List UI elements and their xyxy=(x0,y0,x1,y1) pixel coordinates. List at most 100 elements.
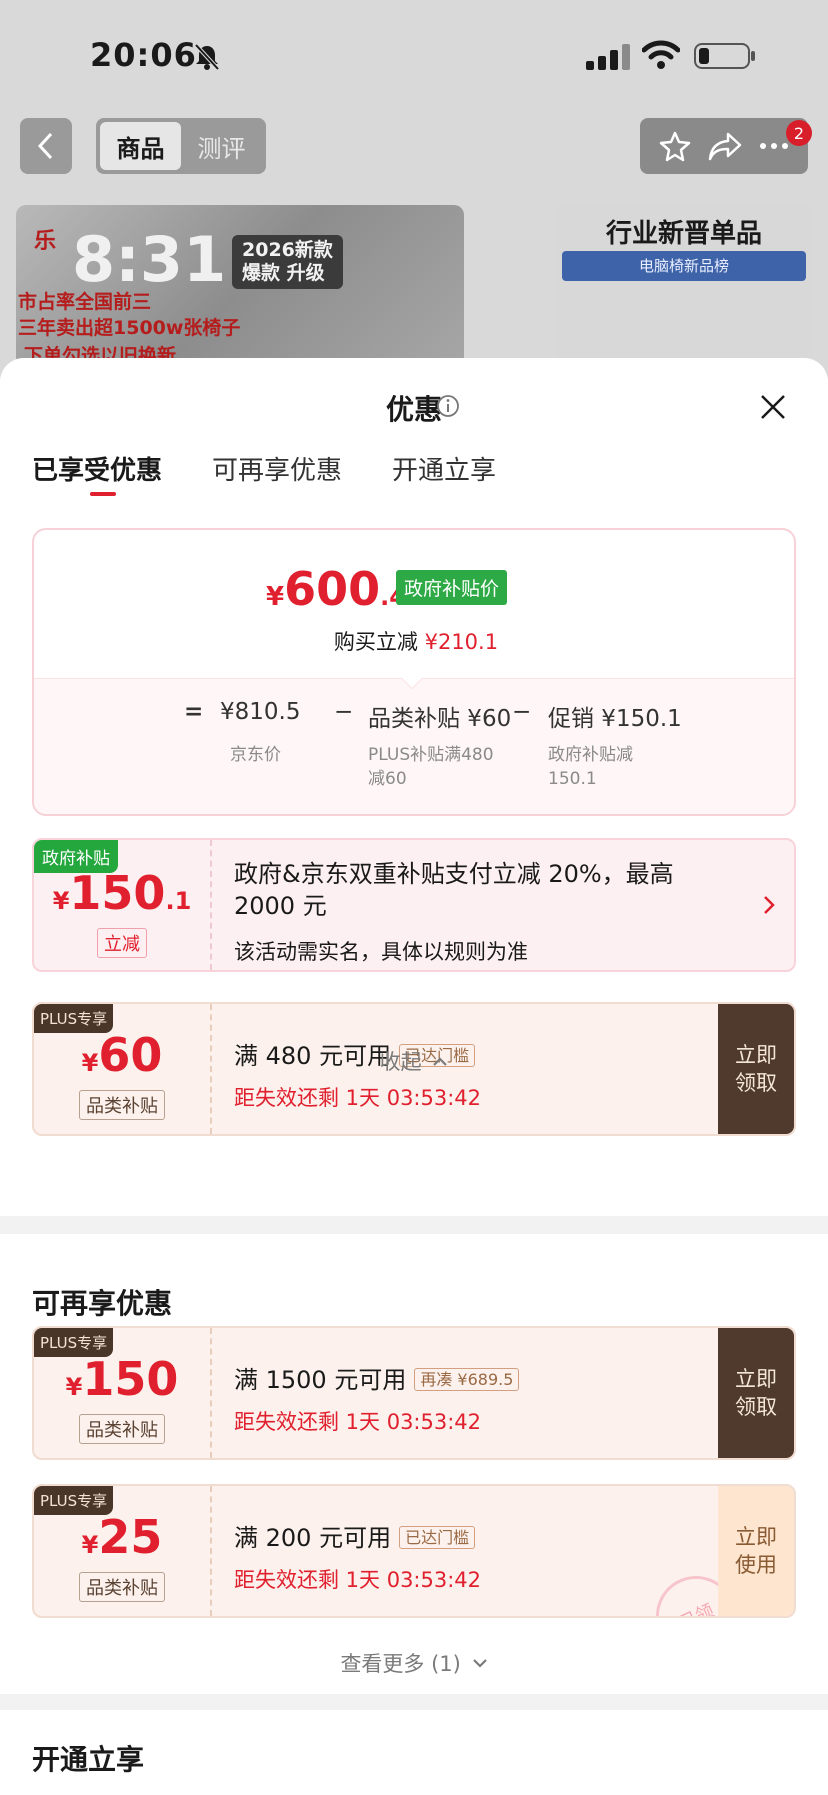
price-integer: 600 xyxy=(284,562,381,616)
coupon-type-label: 立减 xyxy=(97,928,147,958)
coupon-divider xyxy=(210,1328,212,1458)
coupon-amount: ¥150.1 xyxy=(34,866,210,920)
bell-muted-icon xyxy=(194,43,220,71)
signal-icon xyxy=(586,44,630,70)
coupon-currency: ¥ xyxy=(52,887,70,915)
page-tabs: 商品 测评 xyxy=(96,118,266,174)
formula-minus-2: − xyxy=(512,699,532,725)
coupon-value-area: 政府补贴 ¥150.1 立减 xyxy=(34,840,210,970)
sheet-title: 优惠 xyxy=(385,393,442,426)
coupon-condition-text: 满 200 元可用 xyxy=(234,1524,392,1552)
use-button-line2: 使用 xyxy=(735,1553,777,1577)
gov-subsidy-price-tag: 政府补贴价 xyxy=(396,570,508,605)
star-icon[interactable] xyxy=(659,130,691,162)
purchase-reduction: 购买立减 ¥210.1 xyxy=(34,626,794,656)
price-currency: ¥ xyxy=(266,582,285,612)
background-product-page: 20:06 商品 测评 2 乐 8:31 2026新款 爆款 升级 市占率全国前… xyxy=(0,0,828,400)
coupon-title-line2: 2000 元 xyxy=(234,892,327,920)
tab-more[interactable]: 可再享优惠 xyxy=(212,450,342,500)
promo-note-line1: 政府补贴减 xyxy=(548,745,633,765)
banner-text-2: 三年卖出超1500w张椅子 xyxy=(18,317,241,339)
tab-review[interactable]: 测评 xyxy=(181,122,262,170)
chevron-up-icon xyxy=(433,1057,448,1066)
gov-subsidy-coupon[interactable]: 政府补贴 ¥150.1 立减 政府&京东双重补贴支付立减 20%，最高 2000… xyxy=(32,838,796,972)
coupon-type-label: 品类补贴 xyxy=(79,1572,165,1602)
available-section: 可再享优惠 PLUS专享 ¥150 品类补贴 满 1500 元可用 再凑 ¥689… xyxy=(0,1234,828,1694)
status-time: 20:06 xyxy=(90,36,197,74)
message-badge: 2 xyxy=(786,120,812,146)
coupon-type-label: 品类补贴 xyxy=(79,1090,165,1120)
formula-equals: = xyxy=(184,699,204,725)
see-more-button[interactable]: 查看更多 (1) xyxy=(0,1648,828,1678)
claim-button-line1: 立即 xyxy=(735,1367,777,1391)
coupon-currency: ¥ xyxy=(81,1531,99,1559)
promo-note-line2: 150.1 xyxy=(548,769,597,789)
coupon-note: 该活动需实名，具体以规则为准 xyxy=(234,940,528,964)
close-icon[interactable] xyxy=(758,392,788,422)
use-button-line1: 立即 xyxy=(735,1525,777,1549)
price-summary-card: ¥600.4 政府补贴价 购买立减 ¥210.1 = ¥810.5 − 品类补贴… xyxy=(32,528,796,816)
coupon-currency: ¥ xyxy=(65,1373,83,1401)
coupon-type-label: 品类补贴 xyxy=(79,1414,165,1444)
promo-note: 政府补贴减 150.1 xyxy=(548,743,633,791)
use-button[interactable]: 立即 使用 xyxy=(718,1486,794,1616)
reduction-label: 购买立减 xyxy=(333,630,418,654)
expiry-countdown: 距失效还剩 1天 03:53:42 xyxy=(234,1410,482,1434)
brand-logo: 乐 xyxy=(34,229,57,254)
category-subsidy-value: 品类补贴 ¥60 xyxy=(368,706,512,732)
jd-price-label: 京东价 xyxy=(230,745,281,765)
coupon-divider xyxy=(210,1486,212,1616)
chevron-down-icon xyxy=(472,1659,487,1668)
coupon-amount-value: 25 xyxy=(98,1510,163,1564)
coupon-divider xyxy=(210,840,212,970)
share-icon[interactable] xyxy=(708,131,742,161)
coupon-amount: ¥25 xyxy=(34,1510,210,1564)
wifi-icon xyxy=(642,40,680,69)
collapse-button[interactable]: 收起 xyxy=(0,1046,828,1076)
tab-enjoyed[interactable]: 已享受优惠 xyxy=(32,450,162,500)
chevron-right-icon[interactable] xyxy=(762,894,776,916)
formula-minus-1: − xyxy=(334,699,354,725)
tab-open[interactable]: 开通立享 xyxy=(392,450,496,500)
banner-tag-line2: 爆款 升级 xyxy=(242,261,325,284)
banner-clock: 8:31 xyxy=(72,223,227,296)
claim-button[interactable]: 立即 领取 xyxy=(718,1328,794,1458)
more-icon[interactable] xyxy=(759,142,789,150)
section-title-more: 可再享优惠 xyxy=(32,1287,173,1320)
info-icon[interactable] xyxy=(436,394,460,418)
ranking-strip: 电脑椅新品榜 xyxy=(562,251,806,281)
claim-button-line2: 领取 xyxy=(735,1395,777,1419)
promo-value: 促销 ¥150.1 xyxy=(548,706,682,732)
ranking-banner[interactable]: 行业新晋单品 电脑椅新品榜 xyxy=(556,205,812,375)
plus-coupon-25[interactable]: PLUS专享 ¥25 品类补贴 满 200 元可用 已达门槛 距失效还剩 1天 0… xyxy=(32,1484,796,1618)
reduction-amount: ¥210.1 xyxy=(424,630,499,654)
back-button[interactable] xyxy=(20,118,72,174)
action-group xyxy=(640,118,808,174)
coupon-condition: 满 1500 元可用 再凑 ¥689.5 xyxy=(234,1360,520,1395)
collapse-label: 收起 xyxy=(379,1050,422,1074)
price-formula: = ¥810.5 − 品类补贴 ¥60 − 促销 ¥150.1 京东价 PLUS… xyxy=(34,678,794,814)
banner-tag: 2026新款 爆款 升级 xyxy=(232,235,343,289)
coupon-amount-value: 150 xyxy=(82,1352,179,1406)
category-subsidy-note: PLUS补贴满480 减60 xyxy=(368,743,494,791)
promo-banner[interactable]: 乐 8:31 2026新款 爆款 升级 市占率全国前三 三年卖出超1500w张椅… xyxy=(16,205,464,375)
category-note-line1: PLUS补贴满480 xyxy=(368,745,494,765)
banner-text-1: 市占率全国前三 xyxy=(18,291,152,313)
coupon-title-line1: 政府&京东双重补贴支付立减 20%，最高 xyxy=(234,860,674,888)
tab-product[interactable]: 商品 xyxy=(100,122,181,170)
coupon-amount: ¥150 xyxy=(34,1352,210,1406)
banner-tag-line1: 2026新款 xyxy=(242,239,333,261)
final-price: ¥600.4 xyxy=(266,562,406,616)
coupon-amount-integer: 150 xyxy=(69,866,166,920)
threshold-status-badge: 已达门槛 xyxy=(399,1526,476,1549)
plus-coupon-150[interactable]: PLUS专享 ¥150 品类补贴 满 1500 元可用 再凑 ¥689.5 距失效… xyxy=(32,1326,796,1460)
see-more-label: 查看更多 (1) xyxy=(340,1652,461,1676)
expiry-countdown: 距失效还剩 1天 03:53:42 xyxy=(234,1568,482,1592)
threshold-status-badge: 再凑 ¥689.5 xyxy=(414,1368,520,1391)
section-title-open: 开通立享 xyxy=(32,1743,145,1776)
enjoyed-section: 优惠 已享受优惠 可再享优惠 开通立享 ¥600.4 政府补贴价 购买立减 ¥2… xyxy=(0,358,828,1216)
chevron-left-icon xyxy=(37,132,53,160)
nav-bar: 商品 测评 xyxy=(0,118,828,174)
jd-price-value: ¥810.5 xyxy=(220,699,301,725)
battery-icon xyxy=(694,43,755,69)
